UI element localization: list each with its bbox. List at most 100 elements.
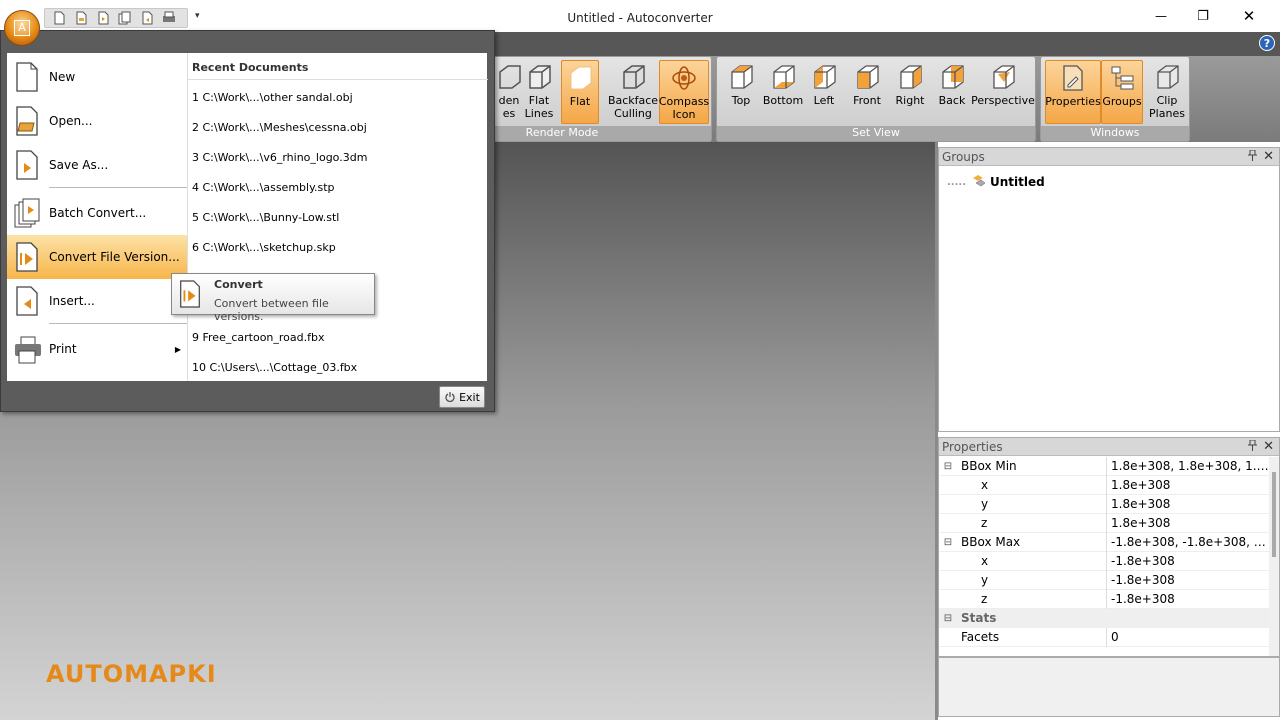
view-perspective-button[interactable]: Perspective [971, 60, 1035, 124]
property-row[interactable]: z 1.8e+308 [939, 513, 1269, 533]
properties-scrollbar[interactable] [1269, 457, 1279, 656]
cube-bottom-icon [773, 65, 795, 89]
clip-planes-icon [1157, 65, 1179, 89]
cube-perspective-icon [993, 65, 1015, 89]
menu-item-insert[interactable]: Insert... [7, 279, 187, 323]
flat-lines-icon [529, 65, 551, 89]
menu-item-new[interactable]: New [7, 55, 187, 99]
tree-line: ..... [947, 176, 966, 188]
groups-window-button[interactable]: Groups [1101, 60, 1143, 124]
flat-lines-button[interactable]: Flat Lines [519, 60, 559, 124]
property-row[interactable]: x 1.8e+308 [939, 475, 1269, 495]
application-button[interactable]: A [4, 10, 40, 46]
property-row[interactable]: ⊟BBox Min1.8e+308, 1.8e+308, 1.8e+308 [939, 456, 1269, 476]
pin-icon[interactable] [1248, 149, 1257, 167]
flat-button[interactable]: Flat [561, 60, 599, 124]
application-menu: New Open... Save As... Batch Convert... … [0, 30, 495, 412]
clip-planes-button[interactable]: Clip Planes [1147, 60, 1187, 124]
save-doc-icon[interactable] [95, 10, 111, 26]
view-left-button[interactable]: Left [809, 60, 839, 124]
properties-panel: Properties ✕ ⊟ BBox Min 1.8e+308, 1.8e+308… [938, 437, 1280, 657]
cube-back-icon [942, 65, 964, 89]
insert-icon[interactable] [139, 10, 155, 26]
batch-convert-icon [14, 198, 40, 228]
insert-document-icon [16, 286, 38, 316]
convert-tooltip: Convert Convert between file versions. [171, 273, 375, 323]
recent-document-item[interactable]: 10 C:\Users\...\Cottage_03.fbx [192, 361, 357, 374]
group-node-icon [973, 175, 986, 187]
property-row[interactable]: ⊟BBox Max-1.8e+308, -1.8e+308, -1.8e+308 [939, 532, 1269, 552]
pin-icon[interactable] [1248, 439, 1257, 457]
recent-separator [188, 79, 488, 80]
property-row[interactable]: y -1.8e+308 [939, 570, 1269, 590]
recent-document-item[interactable]: 3 C:\Work\...\v6_rhino_logo.3dm [192, 151, 367, 164]
backface-culling-icon [623, 65, 645, 89]
help-icon[interactable]: ? [1259, 35, 1275, 51]
app-letter: A [14, 20, 30, 36]
groups-icon [1111, 66, 1134, 90]
cube-front-icon [857, 65, 879, 89]
menu-item-convert-file-version[interactable]: Convert File Version... [7, 235, 187, 279]
recent-document-item[interactable]: 5 C:\Work\...\Bunny-Low.stl [192, 211, 339, 224]
minimize-icon: — [1155, 9, 1167, 23]
groups-panel: Groups ✕ ..... Untitled [938, 147, 1280, 432]
properties-panel-header: Properties ✕ [939, 438, 1279, 456]
qat-dropdown-icon[interactable]: ▾ [195, 11, 200, 21]
menu-item-save-as[interactable]: Save As... [7, 143, 187, 187]
print-icon[interactable] [161, 10, 177, 26]
view-back-button[interactable]: Back [935, 60, 969, 124]
compass-icon-button[interactable]: Compass Icon [659, 60, 709, 124]
menu-item-batch-convert[interactable]: Batch Convert... [7, 191, 187, 235]
close-icon[interactable]: ✕ [1263, 148, 1274, 166]
recent-document-item[interactable]: 2 C:\Work\...\Meshes\cessna.obj [192, 121, 367, 134]
property-row[interactable]: y 1.8e+308 [939, 494, 1269, 514]
cube-top-icon [731, 65, 753, 89]
property-category[interactable]: ⊟ Stats [939, 609, 1269, 628]
property-row[interactable]: x -1.8e+308 [939, 551, 1269, 571]
convert-version-icon [16, 242, 38, 272]
recent-document-item[interactable]: 1 C:\Work\...\other sandal.obj [192, 91, 353, 104]
collapse-icon[interactable]: ⊟ [939, 461, 957, 472]
menu-separator [49, 187, 187, 188]
new-document-icon [16, 62, 38, 92]
collapse-icon[interactable]: ⊟ [939, 613, 957, 624]
app-menu-commands: New Open... Save As... Batch Convert... … [7, 53, 187, 381]
backface-culling-button[interactable]: Backface Culling [608, 60, 658, 124]
tooltip-title: Convert [214, 278, 263, 291]
new-doc-icon[interactable] [51, 10, 67, 26]
groups-panel-header: Groups ✕ [939, 148, 1279, 166]
view-bottom-button[interactable]: Bottom [763, 60, 803, 124]
view-top-button[interactable]: Top [723, 60, 759, 124]
open-folder-icon [16, 106, 38, 136]
minimize-button[interactable]: — [1138, 0, 1184, 32]
cube-left-icon [814, 65, 836, 89]
view-right-button[interactable]: Right [893, 60, 927, 124]
collapse-icon[interactable]: ⊟ [939, 537, 957, 548]
close-button[interactable]: ✕ [1226, 0, 1272, 32]
exit-button[interactable]: Exit [439, 386, 485, 408]
properties-window-button[interactable]: Properties [1045, 60, 1101, 124]
property-row[interactable]: Facets 0 [939, 627, 1269, 647]
tree-item-label: Untitled [990, 175, 1045, 189]
open-doc-icon[interactable] [73, 10, 89, 26]
batch-icon[interactable] [117, 10, 133, 26]
compass-icon [672, 66, 696, 90]
property-row[interactable]: z -1.8e+308 [939, 589, 1269, 609]
submenu-arrow-icon: ▶ [174, 344, 181, 354]
menu-separator [49, 323, 187, 324]
title-bar: ▾ Untitled - Autoconverter — ❐ ✕ [0, 0, 1280, 32]
property-description-area [938, 657, 1280, 717]
recent-document-item[interactable]: 6 C:\Work\...\sketchup.skp [192, 241, 336, 254]
tree-item-untitled[interactable]: ..... Untitled [947, 174, 1045, 190]
scrollbar-thumb[interactable] [1272, 472, 1276, 557]
recent-document-item[interactable]: 9 Free_cartoon_road.fbx [192, 331, 325, 344]
view-front-button[interactable]: Front [849, 60, 885, 124]
printer-icon [15, 336, 41, 364]
menu-item-open[interactable]: Open... [7, 99, 187, 143]
menu-item-print[interactable]: Print ▶ [7, 327, 187, 371]
cube-right-icon [900, 65, 922, 89]
recent-document-item[interactable]: 4 C:\Work\...\assembly.stp [192, 181, 335, 194]
maximize-icon: ❐ [1197, 8, 1209, 24]
maximize-button[interactable]: ❐ [1180, 0, 1226, 32]
close-icon[interactable]: ✕ [1263, 438, 1274, 456]
